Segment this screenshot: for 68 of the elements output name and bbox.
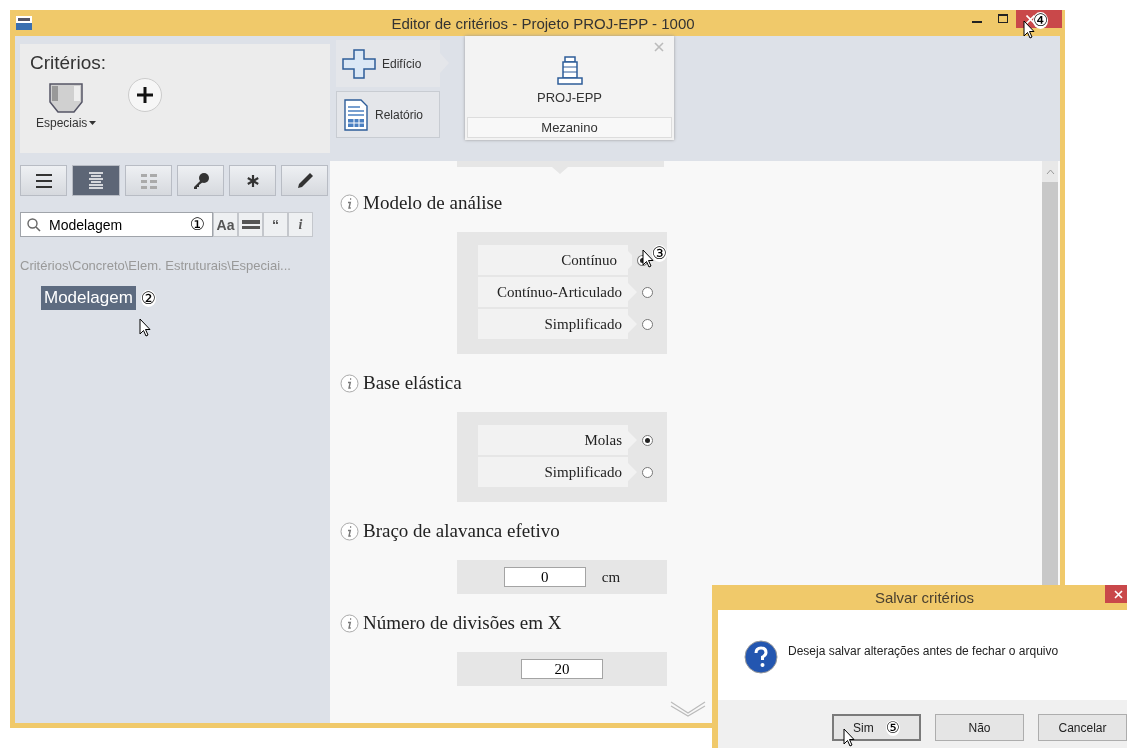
close-icon xyxy=(1114,589,1123,599)
app-icon xyxy=(16,16,32,30)
panel-heading: Critérios: xyxy=(30,52,107,74)
view-toolbar-button[interactable] xyxy=(229,165,276,196)
nav-button[interactable]: Relatório xyxy=(336,91,440,138)
maximize-icon xyxy=(998,14,1008,24)
section-heading: Número de divisões em X xyxy=(363,612,562,634)
question-icon xyxy=(744,640,778,674)
search-option-button[interactable]: Aa xyxy=(213,212,238,237)
radio-button[interactable] xyxy=(642,466,653,478)
close-icon xyxy=(1026,14,1035,24)
cursor-icon xyxy=(1023,20,1035,39)
view-toolbar-button[interactable] xyxy=(177,165,224,196)
breadcrumb-path: Critérios\Concreto\Elem. Estruturais\Especiai... xyxy=(20,258,292,273)
unit-label: cm xyxy=(601,568,621,586)
add-button[interactable] xyxy=(128,78,163,112)
radio-button[interactable] xyxy=(642,318,653,330)
category-dropdown[interactable]: Especiais xyxy=(36,82,97,130)
radio-button[interactable] xyxy=(642,434,653,446)
radio-button[interactable] xyxy=(642,286,653,298)
cursor-icon xyxy=(642,249,654,268)
option-label: Contínuo xyxy=(478,245,633,275)
search-option-button[interactable]: i xyxy=(288,212,313,237)
caret-icon xyxy=(89,120,97,126)
nav-button[interactable]: Edifício xyxy=(336,40,449,87)
search-option-button[interactable]: “ xyxy=(263,212,288,237)
option-label: Simplificado xyxy=(478,309,637,339)
section-heading: Braço de alavanca efetivo xyxy=(363,520,560,542)
number-field[interactable]: 20 xyxy=(521,659,603,679)
option-label: Contínuo-Articulado xyxy=(478,277,637,307)
search-option-button[interactable] xyxy=(238,212,263,237)
info-icon[interactable] xyxy=(340,613,359,633)
tree-item[interactable]: Modelagem xyxy=(41,286,136,310)
info-icon[interactable] xyxy=(340,193,359,213)
dialog-button[interactable]: Não xyxy=(935,714,1024,741)
funnel-icon xyxy=(48,82,85,116)
building-icon xyxy=(556,56,583,86)
option-label: Simplificado xyxy=(478,457,637,487)
dialog-button[interactable]: Cancelar xyxy=(1038,714,1127,741)
view-toolbar-button[interactable] xyxy=(281,165,328,196)
callout-number: ⑤ xyxy=(885,719,900,736)
bars-icon xyxy=(241,219,260,230)
plus-icon xyxy=(342,48,376,79)
info-icon[interactable] xyxy=(340,373,359,393)
view-toolbar-button[interactable] xyxy=(20,165,67,196)
info-icon[interactable] xyxy=(340,521,359,541)
scroll-up-icon[interactable] xyxy=(1045,169,1055,175)
number-field[interactable]: 0 xyxy=(503,567,586,587)
detail-icon xyxy=(86,170,106,191)
cursor-icon xyxy=(139,318,151,337)
dialog-button[interactable]: Sim ⑤ xyxy=(832,714,921,741)
floor-label: Mezanino xyxy=(467,117,672,138)
callout-number: ② xyxy=(140,289,157,307)
project-name: PROJ-EPP xyxy=(537,90,602,105)
dialog-message: Deseja salvar alterações antes de fechar o arquivo xyxy=(788,644,1059,658)
window-title: Editor de critérios - Projeto PROJ-EPP - 1000 xyxy=(390,14,696,32)
option-label: Molas xyxy=(478,425,637,455)
minimize-icon xyxy=(972,21,982,23)
search-icon xyxy=(27,218,41,232)
plus-icon xyxy=(135,85,156,105)
cursor-icon xyxy=(843,728,855,747)
section-heading: Base elástica xyxy=(363,372,462,394)
callout-number: ③ xyxy=(651,244,667,262)
document-icon xyxy=(343,98,369,131)
project-card[interactable]: PROJ-EPP Mezanino xyxy=(465,36,674,140)
close-button[interactable] xyxy=(1016,10,1062,28)
section-heading: Modelo de análise xyxy=(363,192,503,214)
dialog-title: Salvar critérios xyxy=(874,589,975,606)
